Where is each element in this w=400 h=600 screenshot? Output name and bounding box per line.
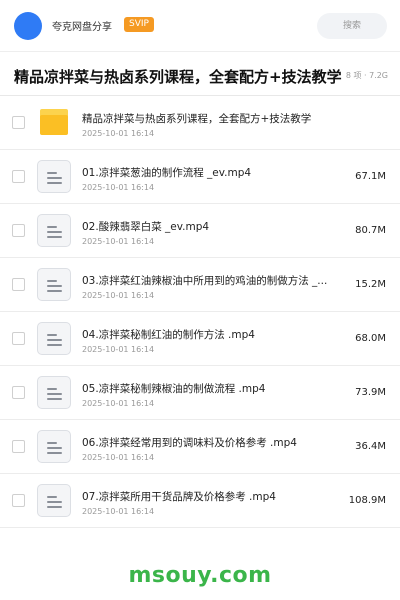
row-checkbox[interactable]: [12, 332, 25, 345]
row-checkbox[interactable]: [12, 278, 25, 291]
list-item[interactable]: 04.凉拌菜秘制红油的制作方法 .mp4 2025-10-01 16:14 68…: [0, 312, 400, 366]
row-checkbox[interactable]: [12, 386, 25, 399]
item-size: 36.4M: [355, 441, 386, 452]
list-item[interactable]: 02.酸辣翡翠白菜 _ev.mp4 2025-10-01 16:14 80.7M: [0, 204, 400, 258]
page-title: 精品凉拌菜与热卤系列课程，全套配方+技法教学: [14, 68, 342, 86]
title-meta: 8 项 · 7.2G: [341, 70, 388, 81]
item-name: 04.凉拌菜秘制红油的制作方法 .mp4: [82, 329, 255, 341]
document-icon: [37, 214, 71, 247]
item-name: 03.凉拌菜红油辣椒油中所用到的鸡油的制做方法 _...: [82, 275, 328, 287]
title-row: 精品凉拌菜与热卤系列课程，全套配方+技法教学 8 项 · 7.2G: [0, 54, 400, 96]
list-item[interactable]: 精品凉拌菜与热卤系列课程，全套配方+技法教学 2025-10-01 16:14: [0, 96, 400, 150]
document-icon: [37, 430, 71, 463]
document-icon: [37, 376, 71, 409]
item-size: 68.0M: [355, 333, 386, 344]
item-name: 02.酸辣翡翠白菜 _ev.mp4: [82, 221, 210, 233]
document-icon: [37, 160, 71, 193]
folder-icon: [40, 109, 68, 135]
row-checkbox[interactable]: [12, 170, 25, 183]
item-size: 15.2M: [355, 279, 386, 290]
item-size: 108.9M: [348, 495, 386, 506]
item-size: 80.7M: [355, 225, 386, 236]
document-icon: [37, 268, 71, 301]
item-date: 2025-10-01 16:14: [82, 399, 155, 408]
item-date: 2025-10-01 16:14: [82, 291, 155, 300]
item-size: 67.1M: [355, 171, 386, 182]
item-date: 2025-10-01 16:14: [82, 345, 155, 354]
item-date: 2025-10-01 16:14: [82, 237, 155, 246]
item-date: 2025-10-01 16:14: [82, 507, 155, 516]
item-name: 01.凉拌菜葱油的制作流程 _ev.mp4: [82, 167, 252, 179]
row-checkbox[interactable]: [12, 116, 25, 129]
list-item[interactable]: 01.凉拌菜葱油的制作流程 _ev.mp4 2025-10-01 16:14 6…: [0, 150, 400, 204]
svip-badge: SVIP: [124, 17, 154, 32]
file-list: 精品凉拌菜与热卤系列课程，全套配方+技法教学 2025-10-01 16:14 …: [0, 96, 400, 528]
app-name: 夸克网盘分享: [52, 22, 112, 33]
top-bar: 夸克网盘分享 SVIP 搜索: [0, 0, 400, 52]
item-name: 07.凉拌菜所用干货品牌及价格参考 .mp4: [82, 491, 276, 503]
item-name: 06.凉拌菜经常用到的调味料及价格参考 .mp4: [82, 437, 297, 449]
document-icon: [37, 484, 71, 517]
item-name: 05.凉拌菜秘制辣椒油的制做流程 .mp4: [82, 383, 266, 395]
row-checkbox[interactable]: [12, 224, 25, 237]
item-date: 2025-10-01 16:14: [82, 129, 155, 138]
item-date: 2025-10-01 16:14: [82, 453, 155, 462]
row-checkbox[interactable]: [12, 440, 25, 453]
document-icon: [37, 322, 71, 355]
item-date: 2025-10-01 16:14: [82, 183, 155, 192]
item-name: 精品凉拌菜与热卤系列课程，全套配方+技法教学: [82, 113, 312, 125]
search-input[interactable]: 搜索: [317, 13, 387, 39]
list-item[interactable]: 03.凉拌菜红油辣椒油中所用到的鸡油的制做方法 _... 2025-10-01 …: [0, 258, 400, 312]
watermark: msouy.com: [128, 563, 272, 588]
avatar[interactable]: [14, 12, 42, 40]
list-item[interactable]: 05.凉拌菜秘制辣椒油的制做流程 .mp4 2025-10-01 16:14 7…: [0, 366, 400, 420]
row-checkbox[interactable]: [12, 494, 25, 507]
list-item[interactable]: 06.凉拌菜经常用到的调味料及价格参考 .mp4 2025-10-01 16:1…: [0, 420, 400, 474]
item-size: 73.9M: [355, 387, 386, 398]
list-item[interactable]: 07.凉拌菜所用干货品牌及价格参考 .mp4 2025-10-01 16:14 …: [0, 474, 400, 528]
